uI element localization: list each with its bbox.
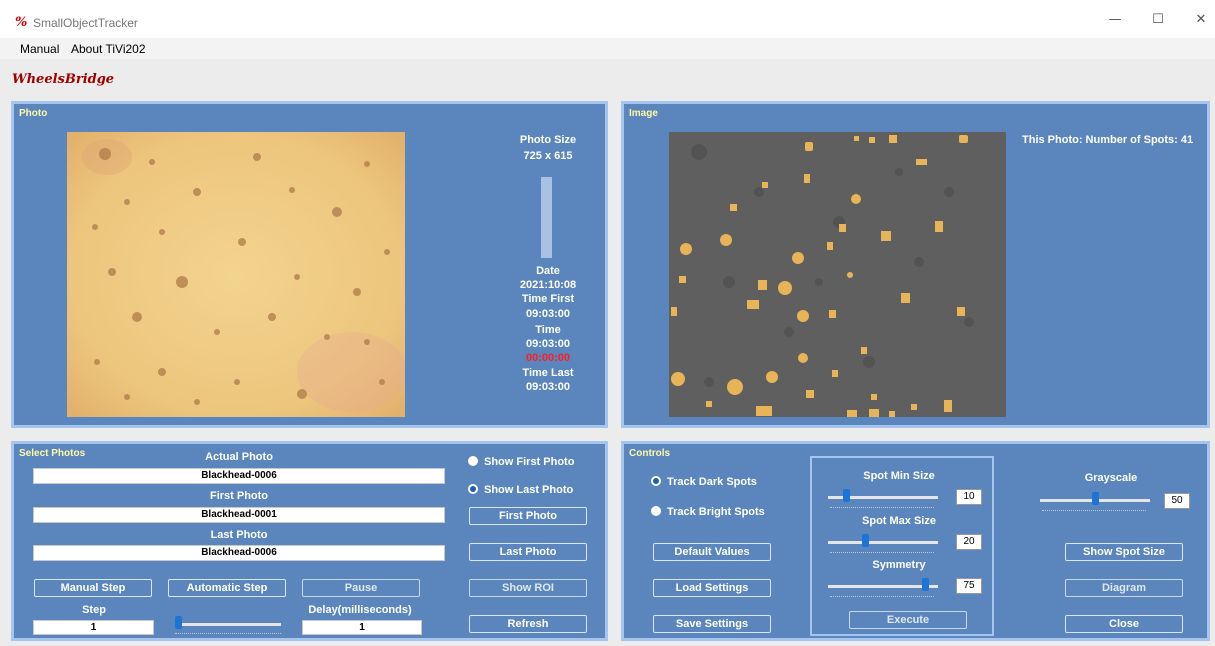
- last-photo-label: Last Photo: [210, 529, 268, 541]
- progress-bar: [541, 177, 552, 258]
- actual-photo-field[interactable]: Blackhead-0006: [33, 468, 445, 484]
- show-last-photo-label: Show Last Photo: [484, 484, 574, 496]
- delay-label: Delay(milliseconds): [308, 604, 412, 616]
- time-first-value: 09:03:00: [525, 308, 571, 320]
- spot-max-slider[interactable]: [828, 541, 938, 544]
- spot-max-size-label: Spot Max Size: [862, 515, 936, 527]
- save-settings-button[interactable]: Save Settings: [653, 615, 771, 633]
- grayscale-slider-thumb[interactable]: [1092, 492, 1099, 505]
- photo-size-value: 725 x 615: [523, 150, 573, 162]
- radio-dot-checked-icon: [651, 476, 661, 486]
- time-last-label: Time Last: [522, 367, 574, 379]
- maximize-button[interactable]: ☐: [1143, 12, 1173, 32]
- show-first-photo-label: Show First Photo: [484, 456, 575, 468]
- delay-slider[interactable]: [175, 623, 281, 626]
- spot-count-text: This Photo: Number of Spots: 41: [1022, 134, 1194, 146]
- grayscale-field[interactable]: 50: [1164, 493, 1190, 509]
- elapsed-time-value: 00:00:00: [525, 352, 571, 364]
- spot-min-size-label: Spot Min Size: [863, 470, 935, 482]
- step-field[interactable]: 1: [33, 620, 154, 635]
- load-settings-button[interactable]: Load Settings: [653, 579, 771, 597]
- photo-panel-title: Photo: [19, 108, 48, 119]
- execute-button[interactable]: Execute: [849, 611, 967, 629]
- time-label: Time: [535, 324, 561, 336]
- last-photo-field[interactable]: Blackhead-0006: [33, 545, 445, 561]
- pause-button[interactable]: Pause: [302, 579, 420, 597]
- spot-min-size-field[interactable]: 10: [956, 489, 982, 505]
- track-dark-spots-label: Track Dark Spots: [667, 476, 757, 488]
- close-window-button[interactable]: ✕: [1186, 12, 1215, 32]
- first-photo-field[interactable]: Blackhead-0001: [33, 507, 445, 523]
- first-photo-label: First Photo: [209, 490, 269, 502]
- date-label: Date: [536, 265, 560, 277]
- date-value: 2021:10:08: [519, 279, 577, 291]
- track-dark-spots-radio[interactable]: Track Dark Spots: [651, 476, 757, 488]
- grayscale-slider-ticks: [1042, 510, 1146, 513]
- manual-step-button[interactable]: Manual Step: [34, 579, 152, 597]
- first-photo-button[interactable]: First Photo: [469, 507, 587, 525]
- spot-min-slider-thumb[interactable]: [843, 489, 850, 502]
- show-roi-button[interactable]: Show ROI: [469, 579, 587, 597]
- symmetry-slider-ticks: [830, 596, 934, 599]
- show-last-photo-radio[interactable]: Show Last Photo: [468, 484, 573, 496]
- default-values-button[interactable]: Default Values: [653, 543, 771, 561]
- diagram-button[interactable]: Diagram: [1065, 579, 1183, 597]
- minimize-button[interactable]: —: [1100, 12, 1130, 32]
- company-logo: WheelsBridge: [12, 72, 115, 87]
- delay-slider-ticks: [175, 633, 281, 636]
- app-icon: %: [15, 15, 28, 30]
- symmetry-field[interactable]: 75: [956, 578, 982, 594]
- photo-panel: Photo Photo Size 725 x 615 Date 2021:10:…: [11, 101, 608, 428]
- photo-view: [67, 132, 405, 417]
- menu-manual[interactable]: Manual: [20, 42, 59, 56]
- delay-field[interactable]: 1: [302, 620, 422, 635]
- select-photos-panel: Select Photos Actual Photo Blackhead-000…: [11, 441, 608, 641]
- delay-slider-thumb[interactable]: [175, 616, 182, 629]
- show-first-photo-radio[interactable]: Show First Photo: [468, 456, 574, 468]
- step-label: Step: [82, 604, 106, 616]
- grayscale-label: Grayscale: [1084, 472, 1138, 484]
- symmetry-label: Symmetry: [872, 559, 926, 571]
- photo-size-label: Photo Size: [519, 134, 577, 146]
- radio-dot-icon: [651, 506, 661, 516]
- last-photo-button[interactable]: Last Photo: [469, 543, 587, 561]
- title-bar: % SmallObjectTracker — ☐ ✕: [0, 0, 1215, 38]
- automatic-step-button[interactable]: Automatic Step: [168, 579, 286, 597]
- menu-about[interactable]: About TiVi202: [71, 42, 146, 56]
- track-bright-spots-label: Track Bright Spots: [667, 506, 765, 518]
- time-first-label: Time First: [521, 293, 575, 305]
- menu-bar: Manual About TiVi202: [0, 38, 1215, 59]
- track-bright-spots-radio[interactable]: Track Bright Spots: [651, 506, 765, 518]
- image-panel: Image This Photo: Number of Spots: 41: [621, 101, 1210, 428]
- actual-photo-label: Actual Photo: [205, 451, 273, 463]
- time-value: 09:03:00: [525, 338, 571, 350]
- spot-max-size-field[interactable]: 20: [956, 534, 982, 550]
- time-last-value: 09:03:00: [525, 381, 571, 393]
- spot-max-slider-thumb[interactable]: [862, 534, 869, 547]
- controls-title: Controls: [629, 448, 671, 459]
- spot-min-slider-ticks: [830, 507, 934, 510]
- window-title: SmallObjectTracker: [33, 16, 138, 30]
- show-spot-size-button[interactable]: Show Spot Size: [1065, 543, 1183, 561]
- refresh-button[interactable]: Refresh: [469, 615, 587, 633]
- image-panel-title: Image: [629, 108, 658, 119]
- symmetry-slider-thumb[interactable]: [922, 578, 929, 591]
- controls-panel: Controls Track Dark Spots Track Bright S…: [621, 441, 1210, 641]
- radio-dot-icon: [468, 456, 478, 466]
- image-view: [669, 132, 1006, 417]
- radio-dot-checked-icon: [468, 484, 478, 494]
- close-button[interactable]: Close: [1065, 615, 1183, 633]
- spot-max-slider-ticks: [830, 552, 934, 555]
